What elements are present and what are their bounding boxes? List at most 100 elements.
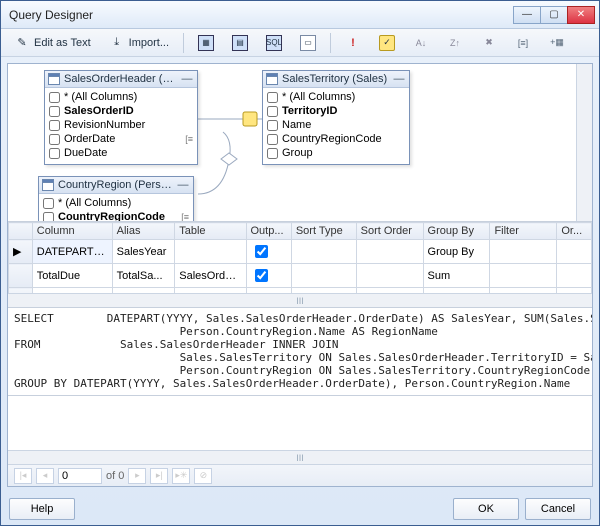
cell-sort-type[interactable] [291,264,356,288]
results-pane[interactable]: III [8,396,592,464]
diagram-pane[interactable]: SalesOrderHeader (Sales) — * (All Column… [8,64,592,222]
cell-output[interactable] [246,264,291,288]
table-header[interactable]: SalesTerritory (Sales) — [263,71,409,88]
group-by-button[interactable]: [≡] [508,32,538,54]
col-check[interactable] [49,92,60,103]
maximize-button[interactable]: ▢ [540,6,568,24]
hdr-sort-type[interactable]: Sort Type [291,223,356,240]
cell-sort-order[interactable] [356,240,423,264]
hdr-sort-order[interactable]: Sort Order [356,223,423,240]
col-check[interactable] [49,120,60,131]
row-indicator: ▶ [9,240,33,264]
hdr-table[interactable]: Table [175,223,246,240]
nav-last-button[interactable]: ▸| [150,468,168,484]
table-col: * (All Columns) [49,90,193,104]
table-minimize[interactable]: — [180,73,194,85]
cell-or[interactable] [557,240,592,264]
cell-alias[interactable]: SalesYear [112,240,175,264]
edit-as-text-button[interactable]: ✎ Edit as Text [7,32,98,54]
cell-column[interactable]: TotalDue [32,264,112,288]
add-table-button[interactable]: +▦ [542,32,572,54]
col-check[interactable] [267,92,278,103]
grid-row[interactable]: TotalDue TotalSa... SalesOrder... Sum [9,264,592,288]
table-icon [42,179,54,191]
col-check[interactable] [267,148,278,159]
output-check[interactable] [255,245,268,258]
ok-label: OK [478,503,494,515]
close-button[interactable]: ✕ [567,6,595,24]
table-col: TerritoryID [267,104,405,118]
remove-filter-button[interactable]: ✖ [474,32,504,54]
nav-prev-button[interactable]: ◂ [36,468,54,484]
hdr-or[interactable]: Or... [557,223,592,240]
cell-sort-order[interactable] [356,264,423,288]
cancel-button[interactable]: Cancel [525,498,591,520]
help-label: Help [31,503,54,515]
import-button[interactable]: ⤓ Import... [102,32,176,54]
table-minimize[interactable]: — [176,179,190,191]
cell-output[interactable] [246,240,291,264]
results-hscroll[interactable]: III [8,450,592,464]
col-check[interactable] [49,134,60,145]
col-check[interactable] [49,106,60,117]
table-title: SalesTerritory (Sales) [282,73,388,85]
table-header[interactable]: SalesOrderHeader (Sales) — [45,71,197,88]
cell-or[interactable] [557,264,592,288]
sort-desc-button[interactable]: Z↑ [440,32,470,54]
ok-button[interactable]: OK [453,498,519,520]
cell-sort-type[interactable] [291,240,356,264]
table-salesorderheader[interactable]: SalesOrderHeader (Sales) — * (All Column… [44,70,198,165]
grid-hscroll[interactable]: III [8,293,592,307]
hdr-output[interactable]: Outp... [246,223,291,240]
cell-filter[interactable] [490,240,557,264]
show-sql-pane-button[interactable]: SQL [259,32,289,54]
cell-column[interactable]: DATEPART(Y... [32,240,112,264]
cell-table[interactable]: SalesOrder... [175,264,246,288]
output-check[interactable] [255,269,268,282]
nav-next-button[interactable]: ▸ [128,468,146,484]
sql-pane[interactable]: SELECT DATEPART(YYYY, Sales.SalesOrderHe… [8,308,592,396]
hdr-group-by[interactable]: Group By [423,223,490,240]
col-label: DueDate [64,147,107,159]
verify-sql-button[interactable]: ✓ [372,32,402,54]
minimize-button[interactable]: — [513,6,541,24]
run-icon: ! [345,35,361,51]
cell-alias[interactable]: TotalSa... [112,264,175,288]
sort-asc-button[interactable]: A↓ [406,32,436,54]
show-grid-pane-button[interactable]: ▤ [225,32,255,54]
diagram-vscroll[interactable] [576,64,592,221]
help-button[interactable]: Help [9,498,75,520]
show-diagram-pane-button[interactable]: ▦ [191,32,221,54]
grid-row[interactable]: ▶ DATEPART(Y... SalesYear Group By [9,240,592,264]
col-check[interactable] [43,212,54,223]
hdr-filter[interactable]: Filter [490,223,557,240]
cell-group-by[interactable]: Sum [423,264,490,288]
col-check[interactable] [267,134,278,145]
col-label: CountryRegionCode [58,211,165,222]
criteria-grid-pane[interactable]: Column Alias Table Outp... Sort Type Sor… [8,222,592,308]
table-columns: * (All Columns) SalesOrderID RevisionNum… [45,88,197,164]
nav-new-button[interactable]: ▸✳ [172,468,190,484]
hdr-alias[interactable]: Alias [112,223,175,240]
cancel-label: Cancel [541,503,575,515]
table-salesterritory[interactable]: SalesTerritory (Sales) — * (All Columns)… [262,70,410,165]
show-results-pane-button[interactable]: ▭ [293,32,323,54]
col-check[interactable] [49,148,60,159]
col-check[interactable] [267,120,278,131]
col-check[interactable] [43,198,54,209]
nav-first-button[interactable]: |◂ [14,468,32,484]
nav-stop-button[interactable]: ⊘ [194,468,212,484]
cell-filter[interactable] [490,264,557,288]
group-by-icon: [≡] [515,35,531,51]
col-check[interactable] [267,106,278,117]
hdr-column[interactable]: Column [32,223,112,240]
table-header[interactable]: CountryRegion (Person) — [39,177,193,194]
sql-line: SELECT DATEPART(YYYY, Sales.SalesOrderHe… [14,312,592,325]
col-label: TerritoryID [282,105,337,117]
table-countryregion[interactable]: CountryRegion (Person) — * (All Columns)… [38,176,194,222]
table-minimize[interactable]: — [392,73,406,85]
cell-group-by[interactable]: Group By [423,240,490,264]
run-button[interactable]: ! [338,32,368,54]
nav-position-input[interactable] [58,468,102,484]
cell-table[interactable] [175,240,246,264]
